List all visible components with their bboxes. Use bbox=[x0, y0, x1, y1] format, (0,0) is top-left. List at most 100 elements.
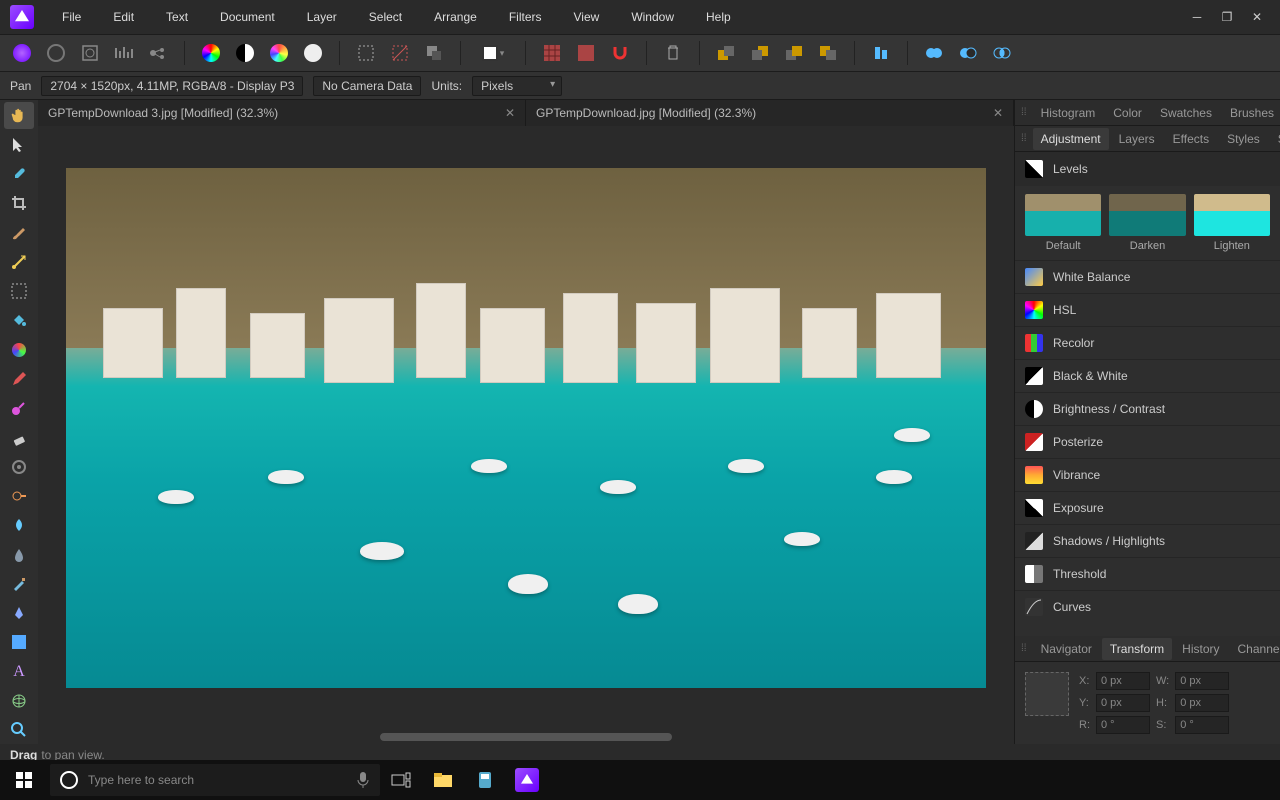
adjustment-brightness-contrast[interactable]: Brightness / Contrast bbox=[1015, 392, 1280, 425]
arrange-front-icon[interactable] bbox=[712, 39, 740, 67]
menu-layer[interactable]: Layer bbox=[293, 4, 351, 30]
tool-blur[interactable] bbox=[4, 541, 34, 568]
tab-stock[interactable]: Stock bbox=[1270, 128, 1280, 150]
canvas-viewport[interactable] bbox=[38, 126, 1014, 730]
horizontal-scrollbar[interactable] bbox=[38, 730, 1014, 744]
tool-pixel-brush[interactable] bbox=[4, 395, 34, 422]
menu-view[interactable]: View bbox=[560, 4, 614, 30]
tool-heal[interactable] bbox=[4, 248, 34, 275]
transform-w-input[interactable] bbox=[1175, 672, 1229, 690]
taskbar-affinity-icon[interactable] bbox=[506, 760, 548, 800]
arrange-backward-icon[interactable] bbox=[814, 39, 842, 67]
menu-edit[interactable]: Edit bbox=[99, 4, 148, 30]
tab-swatches[interactable]: Swatches bbox=[1152, 102, 1220, 124]
close-tab-icon[interactable]: ✕ bbox=[993, 106, 1003, 120]
window-close-button[interactable]: ✕ bbox=[1244, 4, 1270, 30]
tab-navigator[interactable]: Navigator bbox=[1033, 638, 1100, 660]
boolean-intersect-icon[interactable] bbox=[988, 39, 1016, 67]
adjustment-shadows-highlights[interactable]: Shadows / Highlights bbox=[1015, 524, 1280, 557]
boolean-add-icon[interactable] bbox=[920, 39, 948, 67]
selection-add-icon[interactable] bbox=[386, 39, 414, 67]
preset-lighten[interactable]: Lighten bbox=[1194, 194, 1270, 252]
grid-toggle-icon[interactable] bbox=[538, 39, 566, 67]
document-tab[interactable]: GPTempDownload 3.jpg [Modified] (32.3%) … bbox=[38, 100, 526, 126]
tool-marquee[interactable] bbox=[4, 278, 34, 305]
panel-grip-icon[interactable]: ⁞⁞ bbox=[1021, 133, 1027, 144]
tool-pen[interactable] bbox=[4, 600, 34, 627]
transform-r-input[interactable] bbox=[1096, 716, 1150, 734]
panel-grip-icon[interactable]: ⁞⁞ bbox=[1021, 107, 1027, 118]
close-tab-icon[interactable]: ✕ bbox=[505, 106, 515, 120]
color-picker-bw[interactable] bbox=[231, 39, 259, 67]
tool-smudge[interactable] bbox=[4, 512, 34, 539]
adjustment-exposure[interactable]: Exposure bbox=[1015, 491, 1280, 524]
tool-pencil[interactable] bbox=[4, 365, 34, 392]
menu-filters[interactable]: Filters bbox=[495, 4, 556, 30]
tab-transform[interactable]: Transform bbox=[1102, 638, 1172, 660]
selection-new-icon[interactable] bbox=[352, 39, 380, 67]
mic-icon[interactable] bbox=[356, 771, 370, 789]
tool-pan[interactable] bbox=[4, 102, 34, 129]
tab-history[interactable]: History bbox=[1174, 638, 1227, 660]
menu-window[interactable]: Window bbox=[617, 4, 688, 30]
preset-darken[interactable]: Darken bbox=[1109, 194, 1185, 252]
tool-paint-brush[interactable] bbox=[4, 219, 34, 246]
trash-icon[interactable] bbox=[659, 39, 687, 67]
adjustment-recolor[interactable]: Recolor bbox=[1015, 326, 1280, 359]
tab-adjustment[interactable]: Adjustment bbox=[1033, 128, 1109, 150]
tab-brushes[interactable]: Brushes bbox=[1222, 102, 1280, 124]
persona-tonemap-icon[interactable] bbox=[110, 39, 138, 67]
transform-y-input[interactable] bbox=[1096, 694, 1150, 712]
color-picker-foreground[interactable] bbox=[197, 39, 225, 67]
transform-x-input[interactable] bbox=[1096, 672, 1150, 690]
document-tab[interactable]: GPTempDownload.jpg [Modified] (32.3%) ✕ bbox=[526, 100, 1014, 126]
menu-file[interactable]: File bbox=[48, 4, 95, 30]
selection-subtract-icon[interactable] bbox=[420, 39, 448, 67]
adjustment-curves[interactable]: Curves bbox=[1015, 590, 1280, 623]
arrange-back-icon[interactable] bbox=[746, 39, 774, 67]
tab-channels[interactable]: Channels bbox=[1230, 638, 1280, 660]
adjustment-posterize[interactable]: Posterize bbox=[1015, 425, 1280, 458]
tab-layers[interactable]: Layers bbox=[1111, 128, 1163, 150]
taskbar-search[interactable]: Type here to search bbox=[50, 764, 380, 796]
align-icon[interactable] bbox=[867, 39, 895, 67]
persona-liquify-icon[interactable] bbox=[42, 39, 70, 67]
tab-styles[interactable]: Styles bbox=[1219, 128, 1268, 150]
tool-color-picker[interactable] bbox=[4, 161, 34, 188]
snapping-magnet-icon[interactable] bbox=[606, 39, 634, 67]
tool-zoom[interactable] bbox=[4, 717, 34, 744]
transform-anchor-icon[interactable] bbox=[1025, 672, 1069, 716]
taskview-icon[interactable] bbox=[380, 760, 422, 800]
persona-develop-icon[interactable] bbox=[76, 39, 104, 67]
context-units-select[interactable]: Pixels bbox=[472, 76, 562, 96]
menu-document[interactable]: Document bbox=[206, 4, 289, 30]
adjustment-white-balance[interactable]: White Balance bbox=[1015, 260, 1280, 293]
tool-gradient[interactable] bbox=[4, 336, 34, 363]
tab-histogram[interactable]: Histogram bbox=[1033, 102, 1104, 124]
tool-clone[interactable] bbox=[4, 453, 34, 480]
start-button[interactable] bbox=[0, 760, 48, 800]
adjustment-black-white[interactable]: Black & White bbox=[1015, 359, 1280, 392]
menu-text[interactable]: Text bbox=[152, 4, 202, 30]
taskbar-explorer-icon[interactable] bbox=[422, 760, 464, 800]
color-wheel-icon[interactable] bbox=[265, 39, 293, 67]
tool-mesh[interactable] bbox=[4, 687, 34, 714]
tool-crop[interactable] bbox=[4, 190, 34, 217]
adjustment-threshold[interactable]: Threshold bbox=[1015, 557, 1280, 590]
menu-arrange[interactable]: Arrange bbox=[420, 4, 491, 30]
tool-shape[interactable] bbox=[4, 629, 34, 656]
quick-mask-icon[interactable]: ▾ bbox=[473, 39, 513, 67]
adjustment-hsl[interactable]: HSL bbox=[1015, 293, 1280, 326]
transform-s-input[interactable] bbox=[1175, 716, 1229, 734]
arrange-forward-icon[interactable] bbox=[780, 39, 808, 67]
tab-effects[interactable]: Effects bbox=[1165, 128, 1217, 150]
menu-select[interactable]: Select bbox=[355, 4, 416, 30]
window-minimize-button[interactable]: ─ bbox=[1184, 4, 1210, 30]
pixel-grid-icon[interactable] bbox=[572, 39, 600, 67]
adjustment-vibrance[interactable]: Vibrance bbox=[1015, 458, 1280, 491]
tool-text[interactable]: A bbox=[4, 658, 34, 685]
tool-flood-fill[interactable] bbox=[4, 307, 34, 334]
transform-h-input[interactable] bbox=[1175, 694, 1229, 712]
window-maximize-button[interactable]: ❐ bbox=[1214, 4, 1240, 30]
tool-erase[interactable] bbox=[4, 424, 34, 451]
